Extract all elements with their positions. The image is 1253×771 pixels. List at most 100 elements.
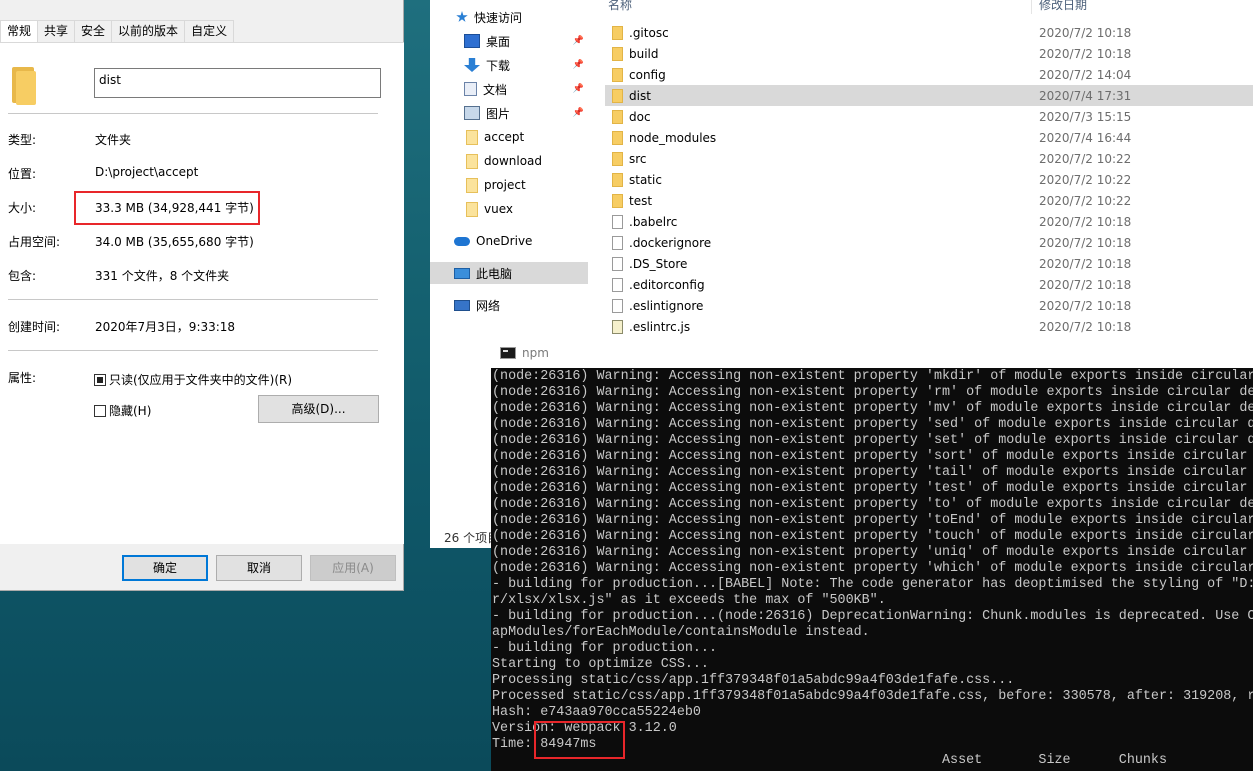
nav-item-onedrive[interactable]: OneDrive [430,230,588,252]
file-row[interactable]: .eslintignore 2020/7/2 10:18 [605,295,1253,316]
file-row[interactable]: doc 2020/7/3 15:15 [605,106,1253,127]
file-icon [612,214,623,229]
created-label: 创建时间: [8,320,61,334]
nav-label: OneDrive [476,234,533,248]
column-header-name[interactable]: 名称 [608,0,632,13]
cancel-button[interactable]: 取消 [216,555,302,581]
advanced-button[interactable]: 高级(D)... [258,395,379,423]
nav-item-quick-access[interactable]: 快速访问 [430,6,588,28]
npm-console-window: npm (node:26316) Warning: Accessing non-… [491,338,1253,771]
file-name: dist [629,88,651,103]
document-icon [464,82,477,96]
nav-item-pictures[interactable]: 图片 📌 [430,102,588,124]
file-name: .babelrc [629,214,678,229]
nav-label: 此电脑 [476,266,513,281]
checkbox-indeterminate-icon [94,373,106,386]
console-line: (node:26316) Warning: Accessing non-exis… [492,449,1253,464]
file-row[interactable]: .gitosc 2020/7/2 10:18 [605,22,1253,43]
nav-label: 桌面 [486,34,511,49]
folder-icon [612,151,623,166]
file-name: .DS_Store [629,256,688,271]
file-date: 2020/7/2 10:18 [1039,319,1132,334]
file-date: 2020/7/2 10:18 [1039,256,1132,271]
nav-item-downloads[interactable]: 下载 📌 [430,54,588,76]
file-row[interactable]: build 2020/7/2 10:18 [605,43,1253,64]
file-name: src [629,151,647,166]
file-date: 2020/7/4 17:31 [1039,88,1132,103]
nav-item-accept[interactable]: accept [430,126,588,148]
file-row[interactable]: .dockerignore 2020/7/2 10:18 [605,232,1253,253]
pin-icon: 📌 [572,108,584,118]
contains-value: 331 个文件，8 个文件夹 [95,269,230,283]
console-output: (node:26316) Warning: Accessing non-exis… [492,369,1253,769]
picture-icon [464,106,480,120]
ok-button[interactable]: 确定 [122,555,208,581]
readonly-label: 只读(仅应用于文件夹中的文件)(R) [109,373,293,387]
console-line: - building for production... [492,641,717,656]
divider [8,350,378,351]
console-line: (node:26316) Warning: Accessing non-exis… [492,497,1253,512]
file-row[interactable]: .editorconfig 2020/7/2 10:18 [605,274,1253,295]
file-name: .eslintrc.js [629,319,691,334]
tab-sharing[interactable]: 共享 [37,20,76,42]
download-icon [464,58,480,72]
nav-item-desktop[interactable]: 桌面 📌 [430,30,588,52]
file-date: 2020/7/2 10:18 [1039,235,1132,250]
file-row[interactable]: .DS_Store 2020/7/2 10:18 [605,253,1253,274]
file-row[interactable]: src 2020/7/2 10:22 [605,148,1253,169]
file-date: 2020/7/4 16:44 [1039,130,1132,145]
folder-icon [466,201,478,217]
console-line: Processed static/css/app.1ff379348f01a5a… [492,689,1253,704]
nav-item-this-pc[interactable]: 此电脑 [430,262,588,284]
tab-customize[interactable]: 自定义 [184,20,235,42]
file-date: 2020/7/2 10:22 [1039,193,1132,208]
file-date: 2020/7/2 10:22 [1039,151,1132,166]
folder-icon [612,88,623,103]
column-divider[interactable] [1031,0,1032,14]
console-line: Processing static/css/app.1ff379348f01a5… [492,673,1015,688]
nav-label: 文档 [483,82,508,97]
file-icon [612,277,623,292]
type-label: 类型: [8,133,37,147]
file-row[interactable]: test 2020/7/2 10:22 [605,190,1253,211]
nav-item-documents[interactable]: 文档 📌 [430,78,588,100]
console-line: Starting to optimize CSS... [492,657,709,672]
nav-label: project [484,178,526,192]
computer-icon [454,267,470,279]
nav-label: 网络 [476,298,501,313]
folder-icon [612,46,623,61]
file-name: static [629,172,662,187]
folder-icon [612,130,623,145]
console-line: (node:26316) Warning: Accessing non-exis… [492,385,1253,400]
folder-icon [612,193,623,208]
readonly-checkbox[interactable]: 只读(仅应用于文件夹中的文件)(R) [94,371,292,388]
tab-previous-versions[interactable]: 以前的版本 [111,20,186,42]
nav-item-project[interactable]: project [430,174,588,196]
tab-security[interactable]: 安全 [74,20,113,42]
console-line: r/xlsx/xlsx.js" as it exceeds the max of… [492,593,886,608]
file-row[interactable]: node_modules 2020/7/4 16:44 [605,127,1253,148]
nav-item-network[interactable]: 网络 [430,294,588,316]
folder-icon [612,25,623,40]
tab-general[interactable]: 常规 [0,20,39,43]
file-row[interactable]: dist 2020/7/4 17:31 [605,85,1253,106]
file-name: test [629,193,653,208]
file-date: 2020/7/2 10:22 [1039,172,1132,187]
nav-item-vuex[interactable]: vuex [430,198,588,220]
console-line: (node:26316) Warning: Accessing non-exis… [492,369,1253,384]
file-name: .editorconfig [629,277,705,292]
file-row[interactable]: static 2020/7/2 10:22 [605,169,1253,190]
folder-name-input[interactable]: dist [94,68,381,98]
console-titlebar[interactable]: npm [491,338,1253,368]
hidden-checkbox[interactable]: 隐藏(H) [94,402,151,419]
file-row[interactable]: .eslintrc.js 2020/7/2 10:18 [605,316,1253,337]
apply-button[interactable]: 应用(A) [310,555,396,581]
file-row[interactable]: .babelrc 2020/7/2 10:18 [605,211,1253,232]
console-line: (node:26316) Warning: Accessing non-exis… [492,401,1253,416]
time-highlight-box [534,721,625,759]
column-header-date[interactable]: 修改日期 [1039,0,1087,13]
file-name: .dockerignore [629,235,712,250]
file-row[interactable]: config 2020/7/2 14:04 [605,64,1253,85]
console-line: (node:26316) Warning: Accessing non-exis… [492,481,1253,496]
nav-item-download[interactable]: download [430,150,588,172]
